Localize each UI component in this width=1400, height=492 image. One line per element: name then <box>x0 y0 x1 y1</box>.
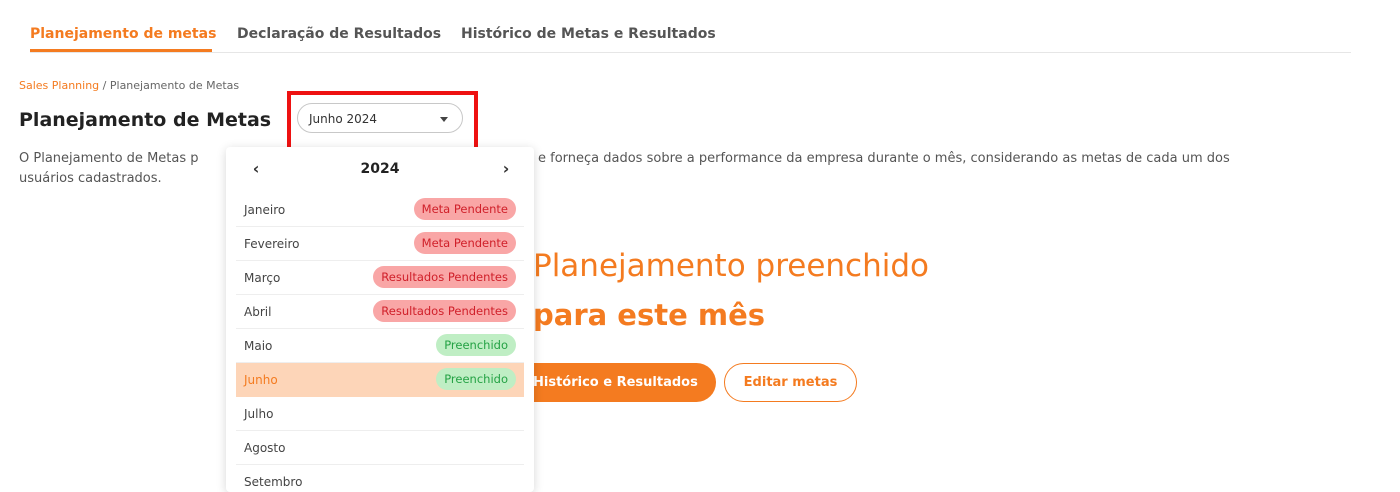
month-list: Janeiro Meta Pendente Fevereiro Meta Pen… <box>236 193 524 492</box>
status-badge: Preenchido <box>436 334 516 356</box>
tab-planejamento-de-metas[interactable]: Planejamento de metas <box>30 26 216 42</box>
month-item-setembro[interactable]: Setembro <box>236 465 524 492</box>
breadcrumb-separator: / <box>99 79 110 92</box>
month-item-agosto[interactable]: Agosto <box>236 431 524 465</box>
historico-resultados-label: Histórico e Resultados <box>533 375 698 390</box>
month-name: Julho <box>244 407 274 421</box>
active-tab-indicator <box>30 49 212 52</box>
dropdown-header: ‹ 2024 › <box>226 147 534 189</box>
month-select-value: Junho 2024 <box>309 112 378 126</box>
tab-declaracao-de-resultados[interactable]: Declaração de Resultados <box>237 26 441 42</box>
description-line1-start: O Planejamento de Metas p <box>19 151 199 166</box>
historico-resultados-button[interactable]: Histórico e Resultados <box>512 363 716 402</box>
month-item-junho[interactable]: Junho Preenchido <box>236 363 524 397</box>
month-item-maio[interactable]: Maio Preenchido <box>236 329 524 363</box>
dropdown-year: 2024 <box>360 161 400 177</box>
chevron-right-icon[interactable]: › <box>496 159 516 178</box>
month-name: Setembro <box>244 475 303 489</box>
editar-metas-button[interactable]: Editar metas <box>724 363 857 402</box>
status-badge: Preenchido <box>436 368 516 390</box>
month-name: Maio <box>244 339 273 353</box>
chevron-down-icon <box>440 117 448 122</box>
month-item-marco[interactable]: Março Resultados Pendentes <box>236 261 524 295</box>
month-dropdown: ‹ 2024 › Janeiro Meta Pendente Fevereiro… <box>226 147 534 492</box>
month-name: Janeiro <box>244 203 286 217</box>
month-select[interactable]: Junho 2024 <box>297 103 463 133</box>
month-name: Fevereiro <box>244 237 300 251</box>
status-badge: Meta Pendente <box>413 232 516 254</box>
month-name: Março <box>244 271 281 285</box>
hero-subtitle: para este mês <box>533 298 765 332</box>
breadcrumb-sales-planning-link[interactable]: Sales Planning <box>19 79 99 92</box>
month-item-abril[interactable]: Abril Resultados Pendentes <box>236 295 524 329</box>
tab-historico-de-metas[interactable]: Histórico de Metas e Resultados <box>461 26 716 42</box>
description-line1-end: e forneça dados sobre a performance da e… <box>538 151 1230 166</box>
page-title: Planejamento de Metas <box>19 109 272 131</box>
status-badge: Meta Pendente <box>413 198 516 220</box>
top-tabs: Planejamento de metas Declaração de Resu… <box>30 0 1351 53</box>
month-item-janeiro[interactable]: Janeiro Meta Pendente <box>236 193 524 227</box>
breadcrumb-current: Planejamento de Metas <box>109 79 240 92</box>
hero-title: Planejamento preenchido <box>533 248 930 284</box>
breadcrumb: Sales Planning / Planejamento de Metas <box>19 79 239 92</box>
month-item-julho[interactable]: Julho <box>236 397 524 431</box>
month-item-fevereiro[interactable]: Fevereiro Meta Pendente <box>236 227 524 261</box>
month-name: Junho <box>244 373 278 387</box>
month-name: Abril <box>244 305 272 319</box>
status-badge: Resultados Pendentes <box>373 300 516 322</box>
status-badge: Resultados Pendentes <box>373 266 516 288</box>
description-line2: usuários cadastrados. <box>19 171 162 186</box>
month-name: Agosto <box>244 441 286 455</box>
